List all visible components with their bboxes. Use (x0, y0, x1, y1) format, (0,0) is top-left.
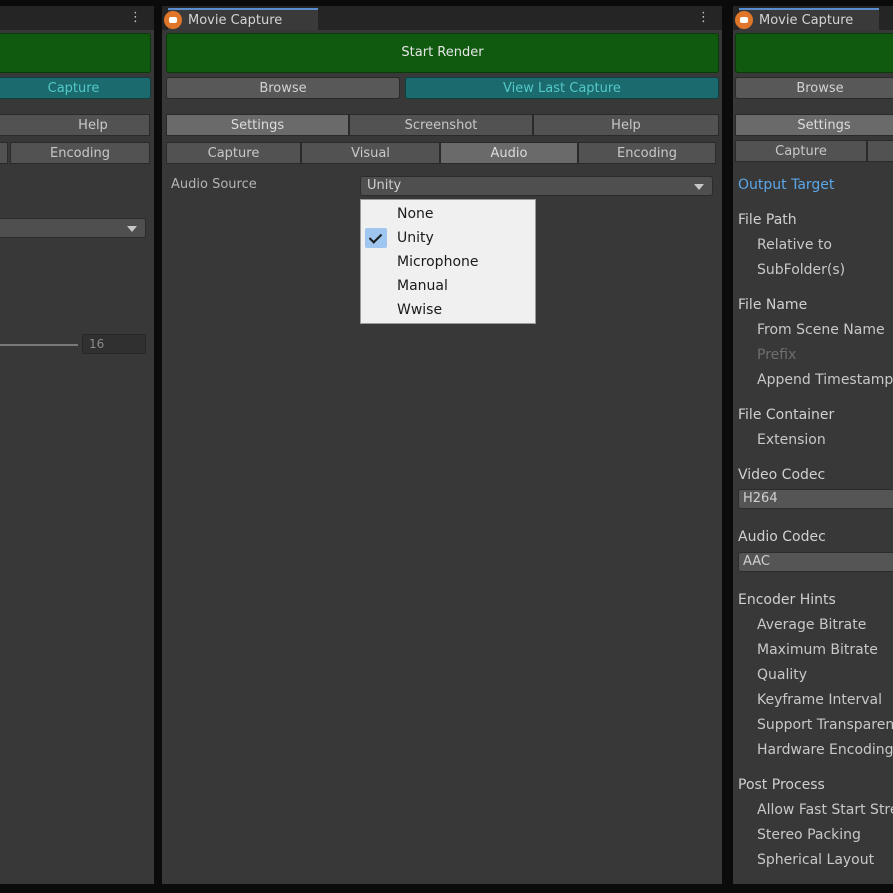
menu-item-wwise[interactable]: Wwise (361, 298, 535, 322)
subtab-visual-label: Visual (351, 146, 390, 161)
left-dropdown[interactable] (0, 218, 146, 238)
average-bitrate-label: Average Bitrate (757, 617, 867, 633)
tab-movie-capture[interactable]: Movie Capture (164, 8, 318, 30)
subtab-encoding[interactable]: Encoding (578, 142, 716, 164)
video-codec-dropdown[interactable]: H264 (738, 489, 893, 509)
tab-help-label: Help (611, 118, 641, 133)
audio-source-dropdown[interactable]: Unity (360, 176, 713, 196)
support-transparency-label: Support Transparency (757, 717, 893, 733)
menu-item-manual[interactable]: Manual (361, 274, 535, 298)
menu-item-label: Unity (397, 230, 434, 246)
kebab-menu-icon[interactable]: ⋮ (697, 9, 710, 27)
hardware-encoding-label: Hardware Encoding (757, 742, 893, 758)
tab-partial[interactable] (0, 142, 8, 164)
extension-label: Extension (757, 432, 826, 448)
video-codec-value: H264 (743, 491, 778, 506)
file-container-heading: File Container (738, 407, 835, 423)
kebab-menu-icon[interactable]: ⋮ (129, 9, 142, 27)
tab-settings[interactable]: Settings (166, 114, 349, 136)
browse-label: Browse (796, 81, 844, 96)
right-tab-bar: Movie Capture (733, 6, 893, 30)
browse-label: Browse (259, 81, 307, 96)
slider-value: 16 (89, 337, 105, 351)
menu-item-label: Manual (397, 278, 448, 294)
subtab-audio-label: Audio (490, 146, 528, 161)
spherical-layout-label: Spherical Layout (757, 852, 875, 868)
tab-help[interactable]: Help (0, 114, 150, 136)
tab-screenshot[interactable]: Screenshot (349, 114, 533, 136)
slider-value-field[interactable]: 16 (82, 334, 146, 354)
tab-encoding[interactable]: Encoding (10, 142, 150, 164)
audio-source-menu: None Unity Microphone Manual Wwise (360, 199, 536, 324)
checkmark-icon (365, 228, 387, 248)
relative-to-label: Relative to (757, 237, 832, 253)
audio-codec-dropdown[interactable]: AAC (738, 552, 893, 572)
file-name-heading: File Name (738, 297, 808, 313)
slider-track[interactable] (0, 344, 78, 346)
menu-item-unity[interactable]: Unity (361, 226, 535, 250)
audio-source-value: Unity (367, 178, 402, 193)
quality-label: Quality (757, 667, 808, 683)
menu-item-label: Wwise (397, 302, 443, 318)
subtab-visual[interactable] (867, 140, 893, 162)
left-tab-bar: ⋮ (0, 6, 154, 30)
output-target-link[interactable]: Output Target (738, 177, 834, 193)
start-render-button[interactable] (735, 33, 893, 73)
capture-button-label: Capture (47, 81, 100, 96)
audio-source-label: Audio Source (171, 177, 257, 192)
post-process-heading: Post Process (738, 777, 825, 793)
view-last-capture-label: View Last Capture (503, 81, 621, 96)
tab-title: Movie Capture (759, 12, 854, 28)
tab-movie-capture[interactable]: Movie Capture (735, 8, 879, 30)
movie-capture-icon (164, 11, 182, 29)
tab-encoding-label: Encoding (50, 146, 110, 161)
video-codec-heading: Video Codec (738, 467, 826, 483)
tab-settings-label: Settings (230, 118, 285, 133)
subtab-audio[interactable]: Audio (440, 142, 578, 164)
append-timestamp-label: Append Timestamp (757, 372, 893, 388)
tab-bar: Movie Capture ⋮ (162, 6, 722, 30)
left-movie-capture-panel: ⋮ Capture Help Encoding 16 (0, 6, 154, 884)
right-movie-capture-panel: Movie Capture Browse Settings Capture Ou… (733, 6, 893, 884)
stereo-packing-label: Stereo Packing (757, 827, 861, 843)
subtab-visual[interactable]: Visual (301, 142, 440, 164)
tab-help-label: Help (78, 118, 108, 133)
chevron-down-icon (694, 184, 704, 190)
subtab-capture-label: Capture (207, 146, 260, 161)
view-last-capture-button[interactable]: View Last Capture (405, 77, 719, 99)
tab-settings[interactable]: Settings (735, 114, 893, 136)
menu-item-none[interactable]: None (361, 202, 535, 226)
allow-fast-start-label: Allow Fast Start Streaming (757, 802, 893, 818)
browse-button[interactable]: Browse (166, 77, 400, 99)
tab-title: Movie Capture (188, 12, 283, 28)
maximum-bitrate-label: Maximum Bitrate (757, 642, 878, 658)
movie-capture-panel: Movie Capture ⋮ Start Render Browse View… (162, 6, 722, 884)
subtab-capture[interactable]: Capture (166, 142, 301, 164)
chevron-down-icon (127, 226, 137, 232)
menu-item-microphone[interactable]: Microphone (361, 250, 535, 274)
file-path-heading: File Path (738, 212, 797, 228)
movie-capture-icon (735, 11, 753, 29)
browse-button[interactable]: Browse (735, 77, 893, 99)
audio-codec-heading: Audio Codec (738, 529, 826, 545)
subtab-capture[interactable]: Capture (735, 140, 867, 162)
subtab-encoding-label: Encoding (617, 146, 677, 161)
menu-item-label: Microphone (397, 254, 479, 270)
start-render-button[interactable]: Start Render (166, 33, 719, 73)
tab-screenshot-label: Screenshot (404, 118, 478, 133)
subtab-capture-label: Capture (775, 144, 827, 159)
tab-help[interactable]: Help (533, 114, 719, 136)
audio-codec-value: AAC (743, 554, 770, 569)
menu-item-label: None (397, 206, 434, 222)
start-render-button[interactable] (0, 33, 151, 73)
start-render-label: Start Render (401, 45, 484, 60)
tab-settings-label: Settings (797, 118, 851, 133)
capture-button[interactable]: Capture (0, 77, 151, 99)
subfolders-label: SubFolder(s) (757, 262, 846, 278)
keyframe-interval-label: Keyframe Interval (757, 692, 882, 708)
encoder-hints-heading: Encoder Hints (738, 592, 836, 608)
prefix-label: Prefix (757, 347, 797, 363)
from-scene-name-label: From Scene Name (757, 322, 885, 338)
